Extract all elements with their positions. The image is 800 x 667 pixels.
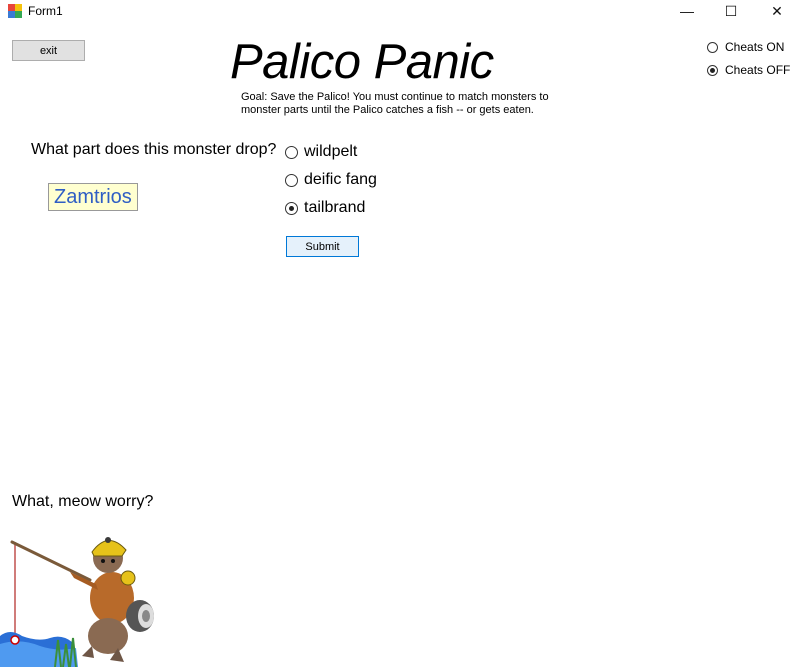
status-label: What, meow worry?	[12, 493, 154, 510]
close-icon: ✕	[771, 2, 783, 19]
title-bar: Form1 — ☐ ✕	[0, 0, 800, 24]
answer-label: tailbrand	[304, 199, 366, 216]
palico-fishing-image	[0, 537, 154, 667]
question-label: What part does this monster drop?	[31, 141, 277, 158]
minimize-icon: —	[680, 3, 694, 19]
answer-option-wildpelt[interactable]: wildpelt	[285, 143, 357, 161]
monster-name-box: Zamtrios	[48, 183, 138, 211]
radio-circle[interactable]	[285, 173, 298, 187]
page-title: Palico Panic	[230, 35, 494, 89]
maximize-button[interactable]: ☐	[708, 0, 754, 22]
answer-option-tailbrand[interactable]: tailbrand	[285, 199, 365, 217]
cheats-off-label: Cheats OFF	[725, 63, 791, 77]
app-icon	[8, 4, 22, 18]
radio-circle[interactable]	[285, 145, 298, 159]
submit-button[interactable]: Submit	[286, 236, 359, 257]
radio-circle-selected[interactable]	[707, 64, 718, 76]
goal-description: Goal: Save the Palico! You must continue…	[241, 91, 561, 117]
cheats-off-radio[interactable]: Cheats OFF	[707, 63, 790, 77]
minimize-button[interactable]: —	[664, 0, 710, 22]
goal-line-2: monster parts until the Palico catches a…	[241, 104, 534, 116]
window-title: Form1	[28, 4, 63, 18]
goal-line-1: Goal: Save the Palico! You must continue…	[241, 91, 549, 103]
exit-button[interactable]: exit	[12, 40, 85, 61]
answer-option-deific-fang[interactable]: deific fang	[285, 171, 377, 189]
radio-circle[interactable]	[707, 41, 718, 53]
close-button[interactable]: ✕	[754, 0, 800, 22]
maximize-icon: ☐	[724, 2, 738, 19]
answer-label: deific fang	[304, 171, 377, 188]
cheats-on-radio[interactable]: Cheats ON	[707, 40, 784, 54]
radio-circle-selected[interactable]	[285, 201, 298, 215]
answer-label: wildpelt	[304, 143, 358, 160]
cheats-on-label: Cheats ON	[725, 40, 785, 54]
